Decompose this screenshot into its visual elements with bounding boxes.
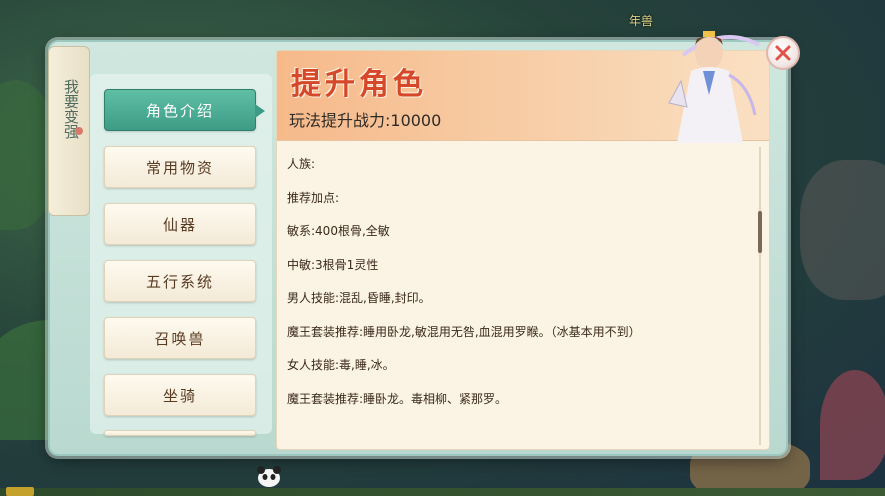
nav-item-label: 仙器 (162, 215, 197, 234)
nav-item-more[interactable] (104, 430, 256, 436)
content-text-area[interactable]: 人族: 推荐加点: 敏系:400根骨,全敏 中敏:3根骨1灵性 男人技能:混乱,… (287, 151, 749, 441)
header-banner: 提升角色 玩法提升战力:10000 (277, 31, 769, 143)
content-line: 推荐加点: (287, 190, 340, 205)
top-right-label: 年兽 (628, 14, 653, 28)
scrollbar-track[interactable] (759, 147, 761, 445)
background-coral (820, 370, 885, 480)
character-portrait-icon (668, 31, 760, 143)
nav-item-label: 五行系统 (145, 272, 214, 291)
background-rock (800, 160, 885, 300)
content-line: 人族: (287, 157, 316, 171)
panda-pet-icon (257, 466, 281, 487)
nav-item-five-elements[interactable]: 五行系统 (104, 260, 256, 302)
banner-subtitle: 玩法提升战力:10000 (289, 111, 442, 130)
bottom-bar (0, 488, 885, 496)
nav-item-common-supplies[interactable]: 常用物资 (104, 146, 256, 188)
nav-item-character-intro[interactable]: 角色介绍 (104, 89, 265, 131)
bottom-badge (6, 487, 34, 496)
content-line: 中敏:3根骨1灵性 (287, 257, 379, 272)
content-line: 魔王套装推荐:睡用卧龙,敏混用无咎,血混用罗睺。（冰基本用不到） (287, 324, 641, 339)
content-panel: 提升角色 玩法提升战力:10000 人族: 推荐加点: 敏系:400根骨,全敏 … (276, 31, 770, 450)
nav-item-summoned-beast[interactable]: 召唤兽 (104, 317, 256, 359)
nav-item-mount[interactable]: 坐骑 (104, 374, 256, 416)
nav-item-label: 召唤兽 (154, 329, 206, 348)
content-line: 敏系:400根骨,全敏 (287, 224, 390, 238)
banner-title: 提升角色 (291, 67, 427, 102)
scrollbar-thumb[interactable] (758, 211, 762, 253)
nav-item-label: 角色介绍 (145, 101, 214, 120)
close-button[interactable] (766, 36, 800, 70)
nav-item-label: 常用物资 (145, 158, 214, 177)
content-line: 女人技能:毒,睡,冰。 (287, 358, 395, 372)
decoration-dot (75, 127, 83, 135)
content-line: 魔王套装推荐:睡卧龙。毒相柳、紧那罗。 (287, 391, 508, 406)
nav-item-artifact[interactable]: 仙器 (104, 203, 256, 245)
nav-item-label: 坐骑 (162, 386, 197, 405)
content-line: 男人技能:混乱,昏睡,封印。 (287, 291, 431, 305)
close-icon (775, 45, 791, 61)
sidebar-title-scroll: 我要变强 (48, 46, 90, 216)
